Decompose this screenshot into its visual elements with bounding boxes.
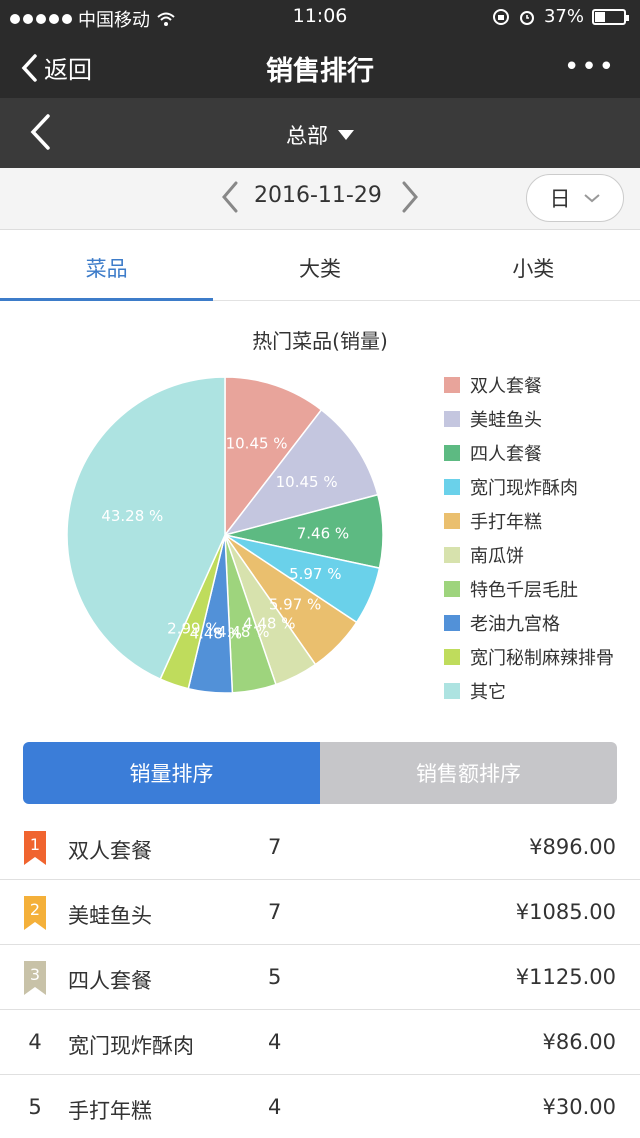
chevron-right-icon: [402, 181, 418, 213]
pie-data-label-8: 2.99 %: [167, 620, 219, 638]
page-title: 销售排行: [266, 56, 374, 87]
legend-swatch: [444, 649, 460, 665]
battery-icon: [592, 8, 629, 25]
item-amount: ¥896.00: [529, 835, 616, 859]
legend-swatch: [444, 547, 460, 563]
status-bar: 中国移动 11:06 37%: [0, 0, 640, 34]
org-bar: 总部: [0, 98, 640, 168]
org-selector[interactable]: 总部: [0, 120, 640, 150]
legend-swatch: [444, 683, 460, 699]
rank-number: 3: [30, 965, 40, 984]
pie-data-label-4: 5.97 %: [269, 595, 321, 613]
tab-major-category[interactable]: 大类: [213, 231, 426, 300]
legend-item-3[interactable]: 宽门现炸酥肉: [444, 470, 614, 504]
battery-percent: 37%: [543, 6, 584, 27]
legend-label: 特色千层毛肚: [470, 580, 578, 601]
legend-label: 宽门现炸酥肉: [470, 478, 578, 499]
sort-toggle: 销量排序 销售额排序: [23, 742, 617, 804]
more-button[interactable]: •••: [564, 52, 616, 82]
legend-swatch: [444, 615, 460, 631]
table-row[interactable]: 4 宽门现炸酥肉 4 ¥86.00: [0, 1010, 640, 1075]
chart-legend: 双人套餐美蛙鱼头四人套餐宽门现炸酥肉 手打年糕南瓜饼特色千层毛肚 老油九宫格宽门秘制…: [444, 368, 614, 708]
rank-number: 5: [28, 1095, 42, 1119]
prev-date-button[interactable]: [220, 180, 240, 218]
legend-item-0[interactable]: 双人套餐: [444, 368, 614, 402]
rank-number: 4: [28, 1030, 42, 1054]
nav-bar: 返回 销售排行 •••: [0, 34, 640, 98]
item-quantity: 4: [268, 1030, 282, 1054]
legend-label: 双人套餐: [470, 376, 542, 397]
item-name: 手打年糕: [68, 1099, 152, 1123]
sort-by-amount-button[interactable]: 销售额排序: [320, 742, 617, 804]
legend-item-9[interactable]: 其它: [444, 674, 614, 708]
legend-item-2[interactable]: 四人套餐: [444, 436, 614, 470]
rotation-lock-icon: [492, 8, 509, 25]
table-row[interactable]: 5 手打年糕 4 ¥30.00: [0, 1075, 640, 1138]
item-amount: ¥86.00: [542, 1030, 616, 1054]
pie-data-label-9: 43.28 %: [101, 507, 163, 525]
rank-medal-icon: 3: [24, 961, 46, 995]
legend-item-7[interactable]: 老油九宫格: [444, 606, 614, 640]
battery-level: [595, 11, 606, 22]
legend-label: 宽门秘制麻辣排骨: [470, 648, 614, 669]
legend-label: 四人套餐: [470, 444, 542, 465]
rank-medal-icon: 2: [24, 896, 46, 930]
category-tabs: 菜品 大类 小类: [0, 231, 640, 301]
legend-label: 南瓜饼: [470, 546, 524, 567]
next-date-button[interactable]: [400, 180, 420, 218]
item-amount: ¥1125.00: [515, 965, 616, 989]
date-bar: 2016-11-29 日: [0, 168, 640, 230]
period-label: 日: [549, 187, 571, 211]
legend-swatch: [444, 581, 460, 597]
item-amount: ¥30.00: [542, 1095, 616, 1119]
legend-swatch: [444, 479, 460, 495]
item-amount: ¥1085.00: [515, 900, 616, 924]
legend-item-4[interactable]: 手打年糕: [444, 504, 614, 538]
legend-item-8[interactable]: 宽门秘制麻辣排骨: [444, 640, 614, 674]
legend-swatch: [444, 513, 460, 529]
period-dropdown[interactable]: 日: [526, 174, 624, 222]
item-name: 宽门现炸酥肉: [68, 1034, 194, 1058]
org-name: 总部: [286, 124, 328, 148]
legend-item-6[interactable]: 特色千层毛肚: [444, 572, 614, 606]
legend-label: 手打年糕: [470, 512, 542, 533]
legend-label: 其它: [470, 682, 506, 703]
alarm-icon: [519, 10, 534, 25]
sort-by-qty-button[interactable]: 销量排序: [23, 742, 320, 804]
rank-number: 2: [30, 900, 40, 919]
chevron-down-icon: [583, 194, 600, 203]
item-name: 四人套餐: [68, 969, 152, 993]
legend-label: 美蛙鱼头: [470, 410, 542, 431]
item-quantity: 5: [268, 965, 282, 989]
item-quantity: 7: [268, 900, 282, 924]
table-row[interactable]: 3 四人套餐 5 ¥1125.00: [0, 945, 640, 1010]
legend-label: 老油九宫格: [470, 614, 560, 635]
legend-swatch: [444, 445, 460, 461]
item-quantity: 4: [268, 1095, 282, 1119]
item-quantity: 7: [268, 835, 282, 859]
item-name: 美蛙鱼头: [68, 904, 152, 928]
pie-data-label-0: 10.45 %: [226, 434, 288, 452]
table-row[interactable]: 1 双人套餐 7 ¥896.00: [0, 815, 640, 880]
current-date[interactable]: 2016-11-29: [254, 183, 382, 208]
chart-title: 热门菜品(销量): [252, 329, 388, 353]
chevron-left-icon: [222, 181, 238, 213]
legend-item-5[interactable]: 南瓜饼: [444, 538, 614, 572]
pie-data-label-2: 7.46 %: [297, 525, 349, 543]
pie-data-label-3: 5.97 %: [289, 565, 341, 583]
rank-number: 1: [30, 835, 40, 854]
caret-down-icon: [338, 130, 354, 140]
legend-swatch: [444, 377, 460, 393]
rank-medal-icon: 1: [24, 831, 46, 865]
legend-item-1[interactable]: 美蛙鱼头: [444, 402, 614, 436]
item-name: 双人套餐: [68, 839, 152, 863]
pie-data-label-1: 10.45 %: [276, 473, 338, 491]
pie-chart: 10.45 %10.45 %7.46 %5.97 %5.97 %4.48 %4.…: [66, 376, 384, 694]
tab-dishes[interactable]: 菜品: [0, 231, 214, 301]
tab-minor-category[interactable]: 小类: [427, 231, 640, 300]
status-right: 37%: [492, 6, 629, 27]
ranking-list: 1 双人套餐 7 ¥896.00 2 美蛙鱼头 7 ¥1085.00 3 四人套餐 5 ¥1125.0…: [0, 815, 640, 1138]
legend-swatch: [444, 411, 460, 427]
table-row[interactable]: 2 美蛙鱼头 7 ¥1085.00: [0, 880, 640, 945]
